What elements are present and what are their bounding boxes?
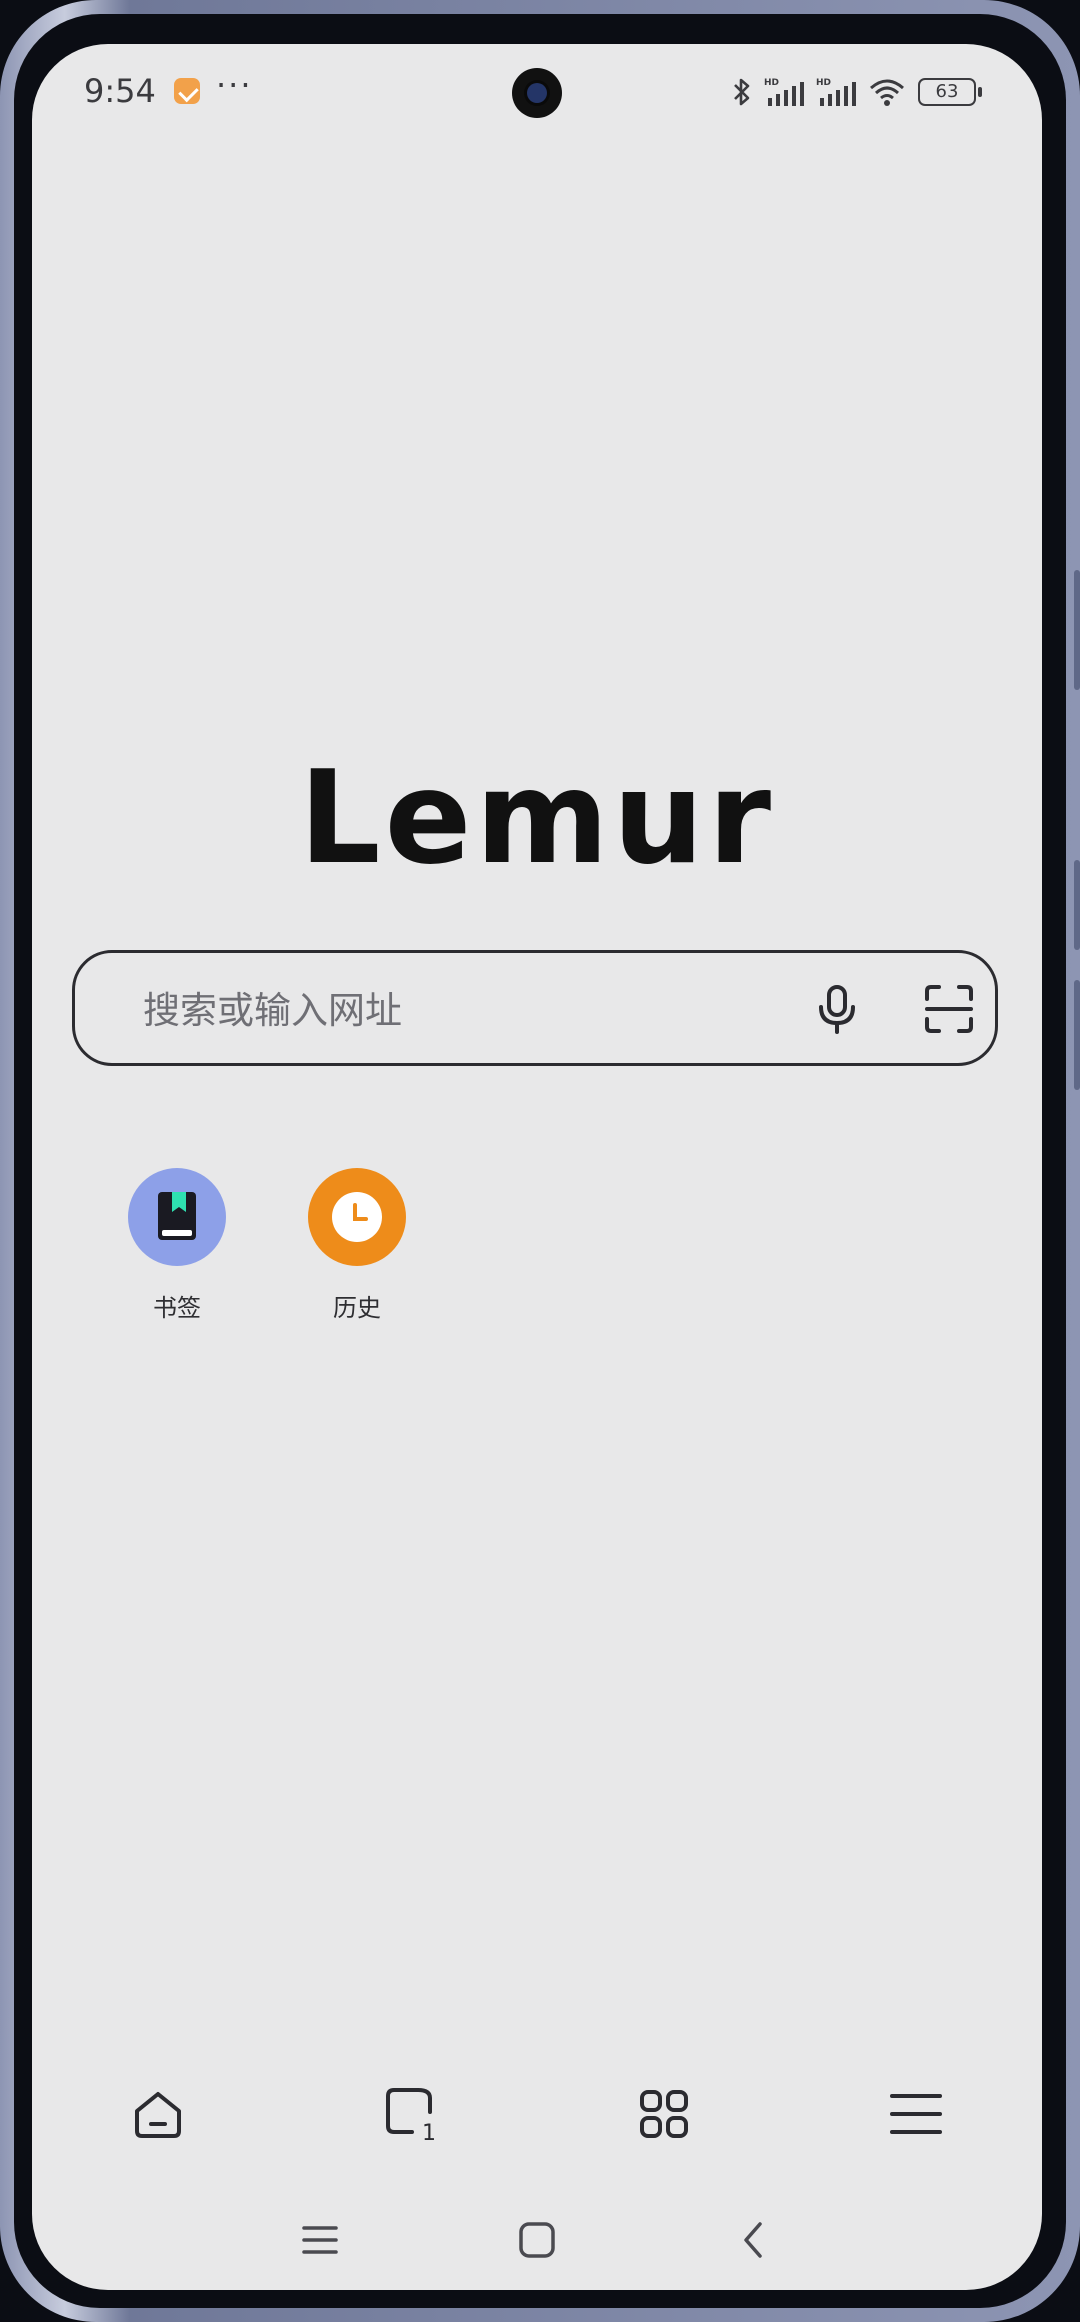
home-icon (135, 2092, 181, 2138)
back-icon (744, 2222, 762, 2258)
side-button (1074, 980, 1080, 1090)
svg-text:HD: HD (816, 78, 831, 88)
battery-indicator: 63 (918, 78, 982, 106)
tabs-button[interactable]: 1 (372, 2074, 452, 2154)
power-button (1074, 860, 1080, 950)
search-bar[interactable] (72, 950, 998, 1066)
home-button[interactable] (118, 2074, 198, 2154)
scan-icon (925, 985, 973, 1033)
menu-icon (890, 2094, 942, 2134)
system-navigation-bar (32, 2204, 1042, 2274)
front-camera (512, 68, 562, 118)
bookmark-book-icon (128, 1168, 226, 1266)
notification-app-icon (174, 78, 200, 104)
menu-button[interactable] (876, 2074, 956, 2154)
svg-text:HD: HD (764, 78, 779, 88)
apps-button[interactable] (624, 2074, 704, 2154)
tabs-icon: 1 (386, 2088, 436, 2144)
screen: 9:54 ··· HD HD 63 Lemur 搜索或输入网址 书签 历史 1 (32, 44, 1042, 2290)
wifi-icon (870, 79, 904, 106)
apps-grid-icon (640, 2090, 688, 2138)
quick-link-label: 书签 (153, 1294, 201, 1322)
status-icons: HD HD 63 (730, 76, 982, 108)
quick-link-label: 历史 (333, 1294, 381, 1322)
voice-search-button[interactable] (809, 981, 865, 1037)
microphone-icon (819, 985, 855, 1034)
system-home-button[interactable] (507, 2210, 567, 2270)
status-bar: 9:54 ··· HD HD 63 (32, 44, 1042, 144)
scan-button[interactable] (921, 981, 977, 1037)
clock-icon (308, 1168, 406, 1266)
browser-logo: Lemur (299, 744, 775, 893)
bluetooth-icon (734, 78, 750, 106)
volume-button (1074, 570, 1080, 690)
quick-link-bookmarks[interactable]: 书签 (127, 1168, 227, 1323)
search-input[interactable] (141, 973, 785, 1047)
more-notifications-icon: ··· (216, 66, 253, 104)
signal-1-icon: HD (764, 78, 804, 106)
recents-button[interactable] (290, 2210, 350, 2270)
tab-count: 1 (422, 2121, 436, 2144)
bottom-toolbar: 1 (32, 2074, 1042, 2154)
home-square-icon (519, 2222, 555, 2258)
recents-icon (302, 2226, 338, 2254)
quick-link-history[interactable]: 历史 (307, 1168, 407, 1323)
status-time: 9:54 (84, 72, 156, 110)
signal-2-icon: HD (816, 78, 856, 106)
back-button[interactable] (724, 2210, 784, 2270)
